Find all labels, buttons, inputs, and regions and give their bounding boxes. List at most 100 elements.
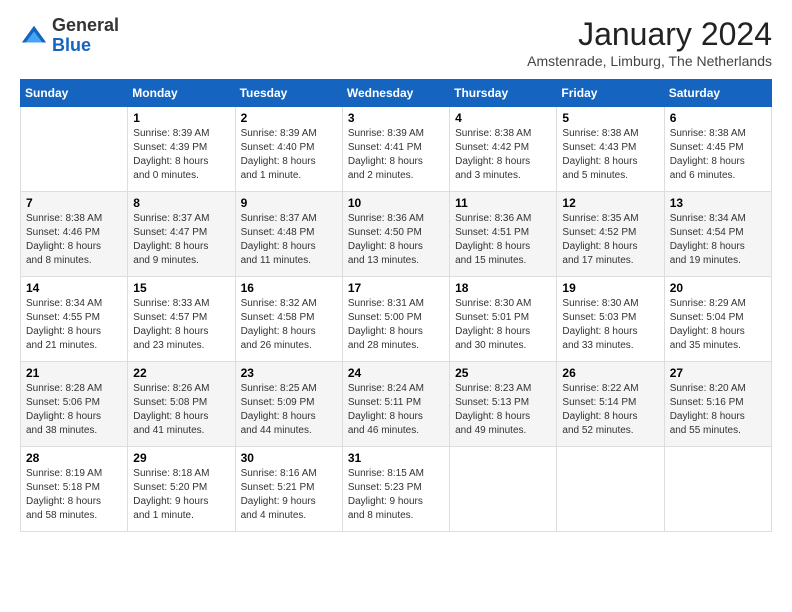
day-number: 9 [241, 196, 337, 210]
day-info: Sunrise: 8:24 AM Sunset: 5:11 PM Dayligh… [348, 382, 444, 438]
day-number: 26 [562, 366, 658, 380]
day-info: Sunrise: 8:20 AM Sunset: 5:16 PM Dayligh… [670, 382, 766, 438]
calendar-cell: 7 Sunrise: 8:38 AM Sunset: 4:46 PM Daylig… [21, 192, 128, 277]
day-info: Sunrise: 8:38 AM Sunset: 4:43 PM Dayligh… [562, 127, 658, 183]
day-number: 29 [133, 451, 229, 465]
day-number: 28 [26, 451, 122, 465]
day-number: 7 [26, 196, 122, 210]
calendar-cell: 28 Sunrise: 8:19 AM Sunset: 5:18 PM Dayli… [21, 447, 128, 532]
calendar-cell: 10 Sunrise: 8:36 AM Sunset: 4:50 PM Dayli… [342, 192, 449, 277]
day-number: 20 [670, 281, 766, 295]
day-number: 18 [455, 281, 551, 295]
day-info: Sunrise: 8:37 AM Sunset: 4:47 PM Dayligh… [133, 212, 229, 268]
calendar-cell: 14 Sunrise: 8:34 AM Sunset: 4:55 PM Dayli… [21, 277, 128, 362]
col-header-friday: Friday [557, 80, 664, 107]
day-number: 3 [348, 111, 444, 125]
calendar-cell [21, 107, 128, 192]
calendar-cell: 13 Sunrise: 8:34 AM Sunset: 4:54 PM Dayli… [664, 192, 771, 277]
day-info: Sunrise: 8:31 AM Sunset: 5:00 PM Dayligh… [348, 297, 444, 353]
week-row-5: 28 Sunrise: 8:19 AM Sunset: 5:18 PM Dayli… [21, 447, 772, 532]
col-header-wednesday: Wednesday [342, 80, 449, 107]
calendar-cell: 18 Sunrise: 8:30 AM Sunset: 5:01 PM Dayli… [450, 277, 557, 362]
day-info: Sunrise: 8:38 AM Sunset: 4:42 PM Dayligh… [455, 127, 551, 183]
calendar-cell: 19 Sunrise: 8:30 AM Sunset: 5:03 PM Dayli… [557, 277, 664, 362]
calendar-cell: 2Sunrise: 8:39 AM Sunset: 4:40 PM Daylig… [235, 107, 342, 192]
calendar-cell: 6 Sunrise: 8:38 AM Sunset: 4:45 PM Daylig… [664, 107, 771, 192]
day-number: 22 [133, 366, 229, 380]
day-number: 24 [348, 366, 444, 380]
logo: General Blue [20, 16, 119, 56]
calendar-cell: 25Sunrise: 8:23 AM Sunset: 5:13 PM Dayli… [450, 362, 557, 447]
calendar-cell: 12 Sunrise: 8:35 AM Sunset: 4:52 PM Dayli… [557, 192, 664, 277]
calendar-cell: 22Sunrise: 8:26 AM Sunset: 5:08 PM Dayli… [128, 362, 235, 447]
day-info: Sunrise: 8:39 AM Sunset: 4:41 PM Dayligh… [348, 127, 444, 183]
col-header-saturday: Saturday [664, 80, 771, 107]
calendar-cell [664, 447, 771, 532]
day-number: 19 [562, 281, 658, 295]
logo-text: General Blue [52, 16, 119, 56]
week-row-3: 14 Sunrise: 8:34 AM Sunset: 4:55 PM Dayli… [21, 277, 772, 362]
day-info: Sunrise: 8:16 AM Sunset: 5:21 PM Dayligh… [241, 467, 337, 523]
day-info: Sunrise: 8:30 AM Sunset: 5:01 PM Dayligh… [455, 297, 551, 353]
day-number: 6 [670, 111, 766, 125]
day-info: Sunrise: 8:18 AM Sunset: 5:20 PM Dayligh… [133, 467, 229, 523]
day-number: 4 [455, 111, 551, 125]
day-info: Sunrise: 8:19 AM Sunset: 5:18 PM Dayligh… [26, 467, 122, 523]
day-number: 8 [133, 196, 229, 210]
day-info: Sunrise: 8:36 AM Sunset: 4:51 PM Dayligh… [455, 212, 551, 268]
day-info: Sunrise: 8:38 AM Sunset: 4:45 PM Dayligh… [670, 127, 766, 183]
day-info: Sunrise: 8:34 AM Sunset: 4:54 PM Dayligh… [670, 212, 766, 268]
calendar-cell: 21 Sunrise: 8:28 AM Sunset: 5:06 PM Dayli… [21, 362, 128, 447]
logo-general: General [52, 15, 119, 35]
day-info: Sunrise: 8:37 AM Sunset: 4:48 PM Dayligh… [241, 212, 337, 268]
calendar-cell [557, 447, 664, 532]
day-number: 13 [670, 196, 766, 210]
day-info: Sunrise: 8:38 AM Sunset: 4:46 PM Dayligh… [26, 212, 122, 268]
day-info: Sunrise: 8:25 AM Sunset: 5:09 PM Dayligh… [241, 382, 337, 438]
calendar-cell: 15Sunrise: 8:33 AM Sunset: 4:57 PM Dayli… [128, 277, 235, 362]
day-info: Sunrise: 8:36 AM Sunset: 4:50 PM Dayligh… [348, 212, 444, 268]
day-number: 11 [455, 196, 551, 210]
calendar-cell: 27Sunrise: 8:20 AM Sunset: 5:16 PM Dayli… [664, 362, 771, 447]
day-info: Sunrise: 8:34 AM Sunset: 4:55 PM Dayligh… [26, 297, 122, 353]
day-number: 31 [348, 451, 444, 465]
day-number: 1 [133, 111, 229, 125]
day-number: 10 [348, 196, 444, 210]
day-info: Sunrise: 8:29 AM Sunset: 5:04 PM Dayligh… [670, 297, 766, 353]
day-number: 16 [241, 281, 337, 295]
page-header: General Blue January 2024 Amstenrade, Li… [20, 16, 772, 69]
calendar-header-row: SundayMondayTuesdayWednesdayThursdayFrid… [21, 80, 772, 107]
calendar-cell: 31 Sunrise: 8:15 AM Sunset: 5:23 PM Dayli… [342, 447, 449, 532]
calendar-cell: 26Sunrise: 8:22 AM Sunset: 5:14 PM Dayli… [557, 362, 664, 447]
day-info: Sunrise: 8:33 AM Sunset: 4:57 PM Dayligh… [133, 297, 229, 353]
calendar-cell: 23Sunrise: 8:25 AM Sunset: 5:09 PM Dayli… [235, 362, 342, 447]
calendar-cell: 5 Sunrise: 8:38 AM Sunset: 4:43 PM Daylig… [557, 107, 664, 192]
day-number: 12 [562, 196, 658, 210]
calendar-cell: 8 Sunrise: 8:37 AM Sunset: 4:47 PM Daylig… [128, 192, 235, 277]
month-title: January 2024 [527, 16, 772, 53]
week-row-2: 7 Sunrise: 8:38 AM Sunset: 4:46 PM Daylig… [21, 192, 772, 277]
day-info: Sunrise: 8:15 AM Sunset: 5:23 PM Dayligh… [348, 467, 444, 523]
calendar-table: SundayMondayTuesdayWednesdayThursdayFrid… [20, 79, 772, 532]
col-header-monday: Monday [128, 80, 235, 107]
title-block: January 2024 Amstenrade, Limburg, The Ne… [527, 16, 772, 69]
day-info: Sunrise: 8:32 AM Sunset: 4:58 PM Dayligh… [241, 297, 337, 353]
day-number: 2 [241, 111, 337, 125]
logo-icon [20, 22, 48, 50]
calendar-cell: 16 Sunrise: 8:32 AM Sunset: 4:58 PM Dayli… [235, 277, 342, 362]
day-info: Sunrise: 8:30 AM Sunset: 5:03 PM Dayligh… [562, 297, 658, 353]
day-info: Sunrise: 8:35 AM Sunset: 4:52 PM Dayligh… [562, 212, 658, 268]
day-number: 25 [455, 366, 551, 380]
calendar-cell: 24 Sunrise: 8:24 AM Sunset: 5:11 PM Dayli… [342, 362, 449, 447]
calendar-cell: 3 Sunrise: 8:39 AM Sunset: 4:41 PM Daylig… [342, 107, 449, 192]
day-info: Sunrise: 8:28 AM Sunset: 5:06 PM Dayligh… [26, 382, 122, 438]
calendar-cell: 30 Sunrise: 8:16 AM Sunset: 5:21 PM Dayli… [235, 447, 342, 532]
day-number: 30 [241, 451, 337, 465]
day-number: 17 [348, 281, 444, 295]
day-number: 21 [26, 366, 122, 380]
day-info: Sunrise: 8:39 AM Sunset: 4:39 PM Dayligh… [133, 127, 229, 183]
calendar-cell [450, 447, 557, 532]
day-number: 5 [562, 111, 658, 125]
day-number: 14 [26, 281, 122, 295]
calendar-cell: 17 Sunrise: 8:31 AM Sunset: 5:00 PM Dayli… [342, 277, 449, 362]
